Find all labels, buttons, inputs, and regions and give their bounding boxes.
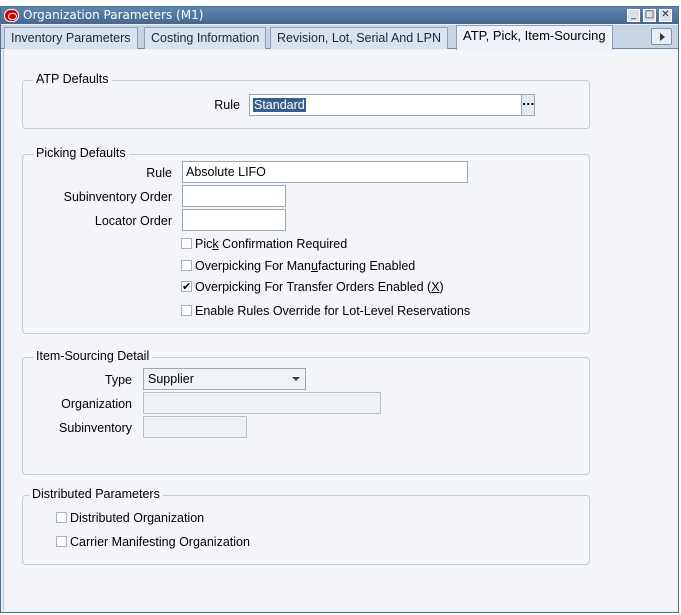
picking-rule-label: Rule <box>146 166 172 180</box>
atp-defaults-legend: ATP Defaults <box>33 72 112 86</box>
checkbox-box[interactable] <box>181 238 192 249</box>
sourcing-subinventory-label: Subinventory <box>59 421 132 435</box>
item-sourcing-legend: Item-Sourcing Detail <box>33 349 153 363</box>
picking-rule-field[interactable]: Absolute LIFO <box>182 161 468 183</box>
minimize-button[interactable]: _ <box>627 9 640 22</box>
sourcing-subinventory-field <box>143 416 247 438</box>
distributed-parameters-legend: Distributed Parameters <box>29 487 163 501</box>
window-title: Organization Parameters (M1) <box>23 8 204 22</box>
pick-confirmation-required-checkbox[interactable]: Pick Confirmation Required <box>181 236 347 252</box>
tab-bar: Inventory Parameters Costing Information… <box>1 25 678 50</box>
checkbox-box[interactable] <box>181 260 192 271</box>
atp-rule-value: Standard <box>253 98 306 112</box>
tab-costing-information[interactable]: Costing Information <box>144 27 267 49</box>
checkbox-box[interactable] <box>56 536 67 547</box>
overpicking-manufacturing-checkbox[interactable]: Overpicking For Manufacturing Enabled <box>181 258 415 274</box>
sourcing-type-label: Type <box>104 373 132 387</box>
locator-order-field[interactable] <box>182 209 286 231</box>
oracle-logo-icon <box>4 9 19 22</box>
distributed-organization-checkbox[interactable]: Distributed Organization <box>56 510 204 526</box>
tab-inventory-parameters[interactable]: Inventory Parameters <box>4 27 138 49</box>
overpicking-transfer-orders-checkbox[interactable]: Overpicking For Transfer Orders Enabled … <box>181 279 444 295</box>
locator-order-label: Locator Order <box>94 214 172 228</box>
subinventory-order-label: Subinventory Order <box>63 190 172 204</box>
atp-rule-field[interactable]: Standard <box>249 94 522 116</box>
atp-rule-lov-button[interactable]: ... <box>521 94 535 116</box>
sourcing-organization-field <box>143 392 381 414</box>
organization-parameters-window: Organization Parameters (M1) _ □ ✕ Inven… <box>0 6 679 613</box>
enable-rules-override-checkbox[interactable]: Enable Rules Override for Lot-Level Rese… <box>181 303 470 319</box>
sourcing-type-value: Supplier <box>148 372 194 386</box>
chevron-down-icon <box>292 377 300 381</box>
checkbox-box-checked[interactable] <box>181 279 192 295</box>
sourcing-type-select[interactable]: Supplier <box>143 368 306 390</box>
title-bar[interactable]: Organization Parameters (M1) _ □ ✕ <box>1 7 678 24</box>
tab-panel: ATP Defaults Rule Standard ... Picking D… <box>3 50 676 611</box>
tab-revision-lot-serial-lpn[interactable]: Revision, Lot, Serial And LPN <box>270 27 448 49</box>
carrier-manifesting-checkbox[interactable]: Carrier Manifesting Organization <box>56 534 250 550</box>
close-button[interactable]: ✕ <box>659 9 672 22</box>
tab-atp-pick-item-sourcing[interactable]: ATP, Pick, Item-Sourcing <box>456 25 613 50</box>
sourcing-organization-label: Organization <box>61 397 132 411</box>
maximize-button[interactable]: □ <box>643 9 656 22</box>
distributed-parameters-group: Distributed Parameters <box>22 487 590 565</box>
subinventory-order-field[interactable] <box>182 185 286 207</box>
tab-scroll-right-icon[interactable] <box>651 28 672 45</box>
picking-defaults-legend: Picking Defaults <box>33 146 129 160</box>
atp-rule-label: Rule <box>214 98 240 112</box>
checkbox-box[interactable] <box>181 305 192 316</box>
checkbox-box[interactable] <box>56 512 67 523</box>
